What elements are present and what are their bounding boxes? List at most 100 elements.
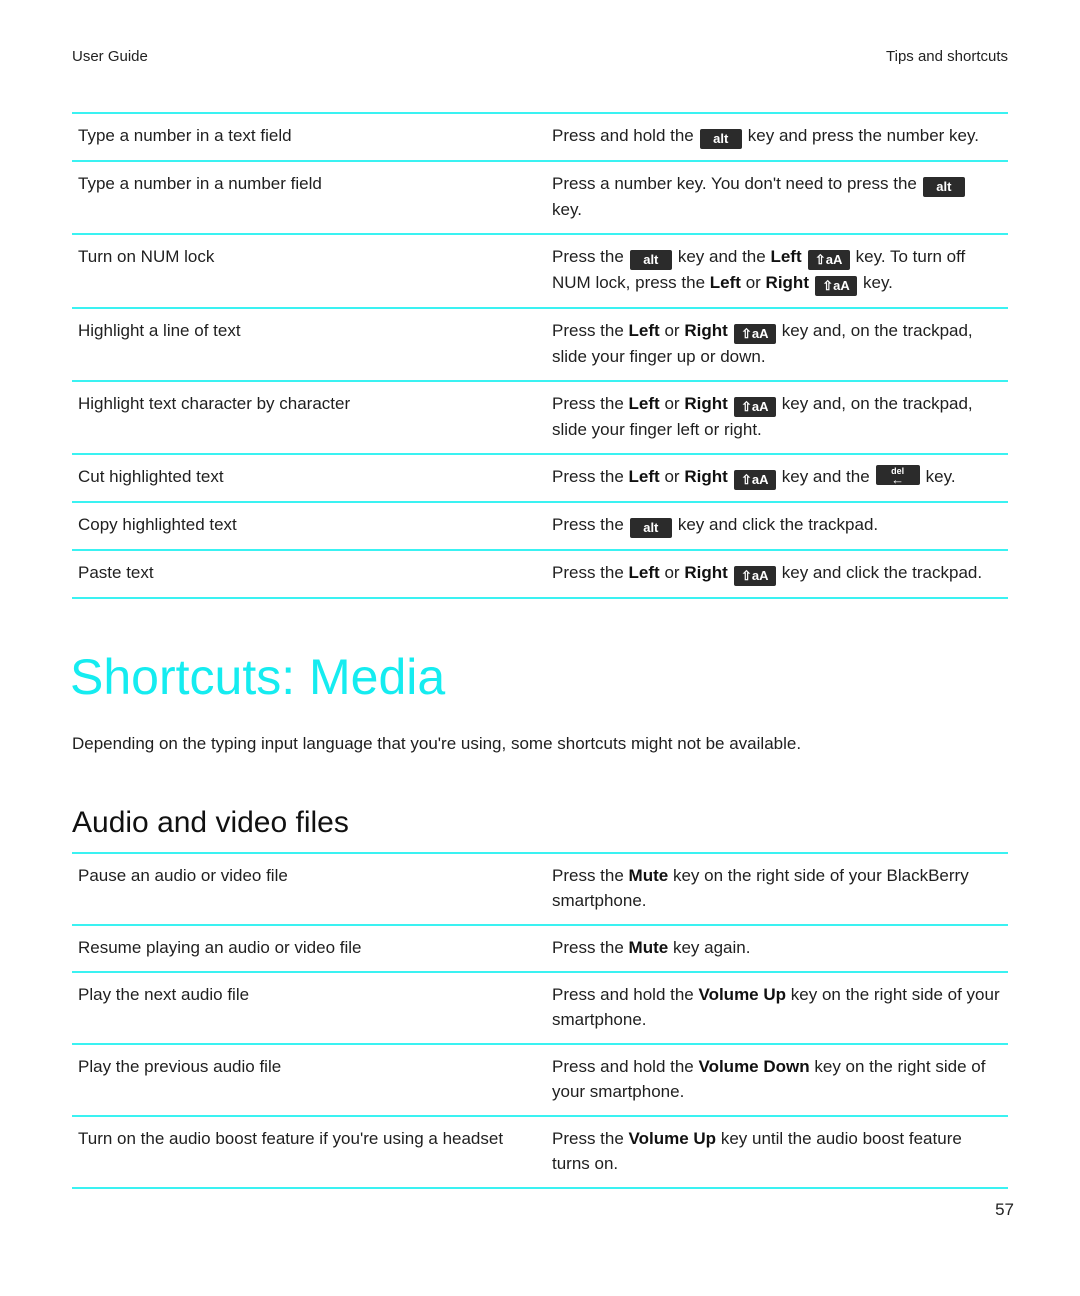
action-cell: Highlight a line of text (78, 321, 241, 340)
section-intro: Depending on the typing input language t… (72, 734, 802, 753)
action-cell: Highlight text character by character (78, 394, 351, 413)
alt-key-icon: alt (629, 250, 672, 270)
key-name: Left (628, 467, 660, 486)
desc-text: key. (552, 200, 582, 219)
shift-key-icon: ⇧aA (733, 566, 776, 586)
desc-text: or (745, 273, 761, 292)
action-cell: Pause an audio or video file (78, 866, 288, 885)
section-title: Shortcuts: Media (70, 649, 446, 705)
desc-text: or (664, 563, 680, 582)
alt-key-icon: alt (922, 177, 965, 197)
desc-text: key. (925, 467, 956, 486)
description-cell: Press the alt key and the Left ⇧aA key. To t… (540, 234, 1008, 308)
media-shortcuts-table: Pause an audio or video file Press the M… (72, 852, 1008, 1189)
action-cell: Play the next audio file (78, 985, 250, 1004)
desc-text: Press the (552, 866, 624, 885)
desc-text: key and the (677, 247, 766, 266)
description-cell: Press the Mute key again. (540, 925, 1008, 972)
description-cell: Press the Left or Right ⇧aA key and click … (540, 550, 1008, 598)
description-cell: Press and hold the Volume Down key on th… (540, 1044, 1008, 1116)
desc-text: Press and hold the (552, 1057, 694, 1076)
table-row: Pause an audio or video file Press the M… (72, 853, 1008, 925)
action-cell: Cut highlighted text (78, 467, 224, 486)
key-name: Right (684, 563, 728, 582)
desc-text: Press the (552, 247, 624, 266)
key-name: Right (684, 321, 728, 340)
key-name: Left (770, 247, 802, 266)
desc-text: Press and hold the (552, 126, 694, 145)
description-cell: Press the Mute key on the right side of … (540, 853, 1008, 925)
description-cell: Press a number key. You don't need to pr… (540, 161, 1008, 234)
table-row: Type a number in a number field Press a … (72, 161, 1008, 234)
description-cell: Press the Left or Right ⇧aA key and, on th… (540, 381, 1008, 454)
running-header-guide-title: User Guide (72, 48, 148, 65)
action-cell: Type a number in a number field (78, 174, 322, 193)
running-header-section: Tips and shortcuts (886, 48, 1008, 65)
table-row: Turn on the audio boost feature if you'r… (72, 1116, 1008, 1188)
table-row: Play the next audio file Press and hold … (72, 972, 1008, 1044)
desc-text: Press and hold the (552, 985, 694, 1004)
desc-text: key and press the number key. (747, 126, 979, 145)
desc-text: Press a number key. You don't need to pr… (552, 174, 917, 193)
table-row: Resume playing an audio or video file Pr… (72, 925, 1008, 972)
key-name: Left (628, 321, 660, 340)
table-row: Highlight text character by character Pr… (72, 381, 1008, 454)
desc-text: key again. (672, 938, 751, 957)
table-row: Cut highlighted text Press the Left or R… (72, 454, 1008, 502)
key-name: Left (628, 563, 660, 582)
desc-text: key and click the trackpad. (677, 515, 879, 534)
subsection-title: Audio and video files (72, 806, 349, 839)
table-row: Paste text Press the Left or Right ⇧aA key… (72, 550, 1008, 598)
table-row: Play the previous audio file Press and h… (72, 1044, 1008, 1116)
key-name: Right (684, 467, 728, 486)
desc-text: or (664, 321, 680, 340)
shift-key-icon: ⇧aA (733, 324, 776, 344)
shift-key-icon: ⇧aA (733, 470, 776, 490)
desc-text: key and click the trackpad. (781, 563, 983, 582)
table-row: Turn on NUM lock Press the alt key and the… (72, 234, 1008, 308)
desc-text: Press the (552, 938, 624, 957)
desc-text: or (664, 394, 680, 413)
alt-key-icon: alt (699, 129, 742, 149)
action-cell: Paste text (78, 563, 154, 582)
table-row: Highlight a line of text Press the Left … (72, 308, 1008, 381)
page-number: 57 (995, 1200, 1014, 1219)
action-cell: Play the previous audio file (78, 1057, 282, 1076)
description-cell: Press the Volume Up key until the audio … (540, 1116, 1008, 1188)
desc-text: key and the (781, 467, 870, 486)
key-name: Left (709, 273, 741, 292)
key-name: Right (765, 273, 809, 292)
description-cell: Press and hold the Volume Up key on the … (540, 972, 1008, 1044)
shift-key-icon: ⇧aA (807, 250, 850, 270)
desc-text: Press the (552, 394, 624, 413)
desc-text: Press the (552, 321, 624, 340)
key-name: Mute (628, 938, 669, 957)
action-cell: Copy highlighted text (78, 515, 237, 534)
desc-text: or (664, 467, 680, 486)
desc-text: Press the (552, 467, 624, 486)
key-name: Volume Up (628, 1129, 717, 1148)
key-name: Right (684, 394, 728, 413)
delete-key-icon: del ← (875, 465, 920, 487)
text-shortcuts-table: Type a number in a text field Press and … (72, 112, 1008, 599)
alt-key-icon: alt (629, 518, 672, 538)
action-cell: Type a number in a text field (78, 126, 292, 145)
description-cell: Press the Left or Right ⇧aA key and, on th… (540, 308, 1008, 381)
key-name: Volume Down (698, 1057, 810, 1076)
table-row: Type a number in a text field Press and … (72, 113, 1008, 161)
shift-key-icon: ⇧aA (733, 397, 776, 417)
action-cell: Turn on NUM lock (78, 247, 215, 266)
backspace-arrow-icon: ← (891, 472, 905, 487)
key-name: Left (628, 394, 660, 413)
desc-text: Press the (552, 563, 624, 582)
desc-text: Press the (552, 515, 624, 534)
description-cell: Press the Left or Right ⇧aA key and the del… (540, 454, 1008, 502)
desc-text: key. (862, 273, 893, 292)
description-cell: Press the alt key and click the trackpad. (540, 502, 1008, 550)
action-cell: Resume playing an audio or video file (78, 938, 362, 957)
key-name: Volume Up (698, 985, 787, 1004)
action-cell: Turn on the audio boost feature if you'r… (78, 1129, 504, 1148)
desc-text: Press the (552, 1129, 624, 1148)
shift-key-icon: ⇧aA (814, 276, 857, 296)
description-cell: Press and hold the alt key and press the n… (540, 113, 1008, 161)
